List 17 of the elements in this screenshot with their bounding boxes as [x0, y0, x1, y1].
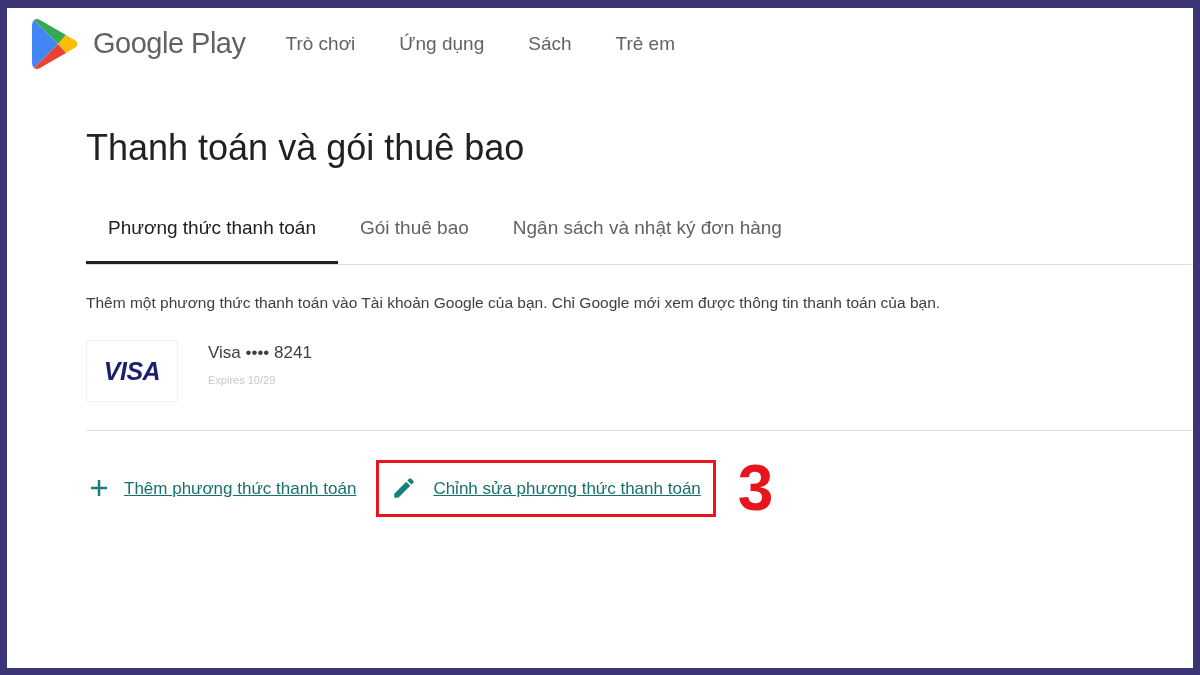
tab[interactable]: Phương thức thanh toán [86, 206, 338, 264]
nav-link[interactable]: Ứng dụng [399, 29, 485, 59]
visa-card-logo: VISA [86, 340, 178, 403]
action-link[interactable]: Chỉnh sửa phương thức thanh toán [376, 459, 716, 517]
nav-link[interactable]: Sách [528, 29, 572, 59]
play-logo-icon [31, 18, 79, 70]
plus-icon [90, 479, 108, 498]
brand-name[interactable]: Google Play [93, 22, 246, 66]
nav-link[interactable]: Trò chơi [285, 29, 356, 59]
tab[interactable]: Gói thuê bao [338, 206, 491, 264]
page-title: Thanh toán và gói thuê bao [86, 126, 526, 170]
description-text: Thêm một phương thức thanh toán vào Tài khoản Google của bạn. Chỉ Google mới xem được thông tin thanh toán của bạn. [86, 293, 942, 313]
action-link[interactable]: Thêm phương thức thanh toán [90, 459, 357, 517]
card-name: Visa •••• 8241 [208, 342, 312, 365]
step-number: 3 [737, 456, 774, 521]
tab[interactable]: Ngân sách và nhật ký đơn hàng [490, 206, 804, 264]
nav-link[interactable]: Trẻ em [615, 29, 675, 59]
